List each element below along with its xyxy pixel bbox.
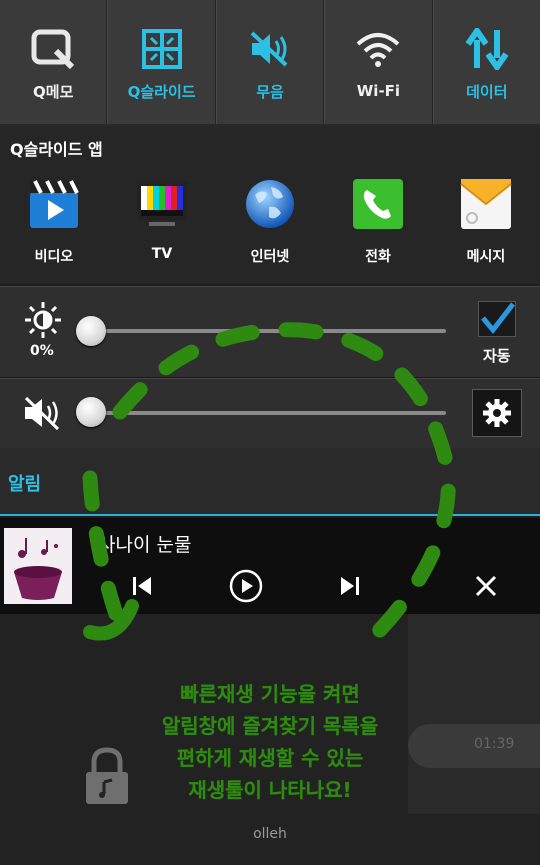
- skip-previous-icon: [133, 577, 151, 595]
- caption-line: 빠른재생 기능을 켜면: [180, 682, 360, 706]
- volume-slider-knob[interactable]: [76, 397, 106, 427]
- phone-icon: [348, 176, 408, 232]
- mute-icon: [248, 23, 292, 75]
- qslide-app-tv[interactable]: TV: [108, 176, 216, 266]
- next-button[interactable]: [330, 568, 370, 604]
- annotation-caption: 빠른재생 기능을 켜면 알림창에 즐겨찾기 목록을 편하게 재생할 수 있는 재…: [0, 678, 540, 806]
- wifi-icon: [355, 24, 401, 76]
- caption-line: 편하게 재생할 수 있는: [176, 746, 364, 770]
- qslide-icon: [141, 23, 183, 75]
- qmemo-icon: [30, 23, 76, 75]
- close-icon: [475, 575, 497, 597]
- brightness-slider-track[interactable]: [88, 329, 446, 333]
- app-label: TV: [151, 246, 173, 262]
- app-label: 메시지: [466, 249, 506, 265]
- music-player-notification[interactable]: 사나이 눈물: [0, 518, 540, 614]
- notifications-header: 알림: [0, 448, 540, 516]
- internet-globe-icon: [240, 176, 300, 232]
- toggle-qslide[interactable]: Q슬라이드: [107, 0, 216, 124]
- carrier-label: olleh: [253, 826, 287, 842]
- video-icon: [24, 176, 84, 232]
- quick-settings-bar: Q메모 Q슬라이드 무음 Wi-Fi 데이터: [0, 0, 540, 126]
- app-label: 비디오: [34, 249, 74, 265]
- play-button[interactable]: [226, 568, 266, 604]
- brightness-panel: 0% 자동: [0, 286, 540, 378]
- tv-icon: [132, 176, 192, 232]
- gear-icon: [483, 399, 511, 427]
- app-label: 전화: [365, 249, 391, 265]
- auto-brightness-label: 자동: [483, 347, 511, 365]
- qslide-title: Q슬라이드 앱: [10, 140, 103, 159]
- close-button[interactable]: [466, 568, 506, 604]
- toggle-wifi[interactable]: Wi-Fi: [324, 0, 433, 124]
- volume-panel: [0, 378, 540, 448]
- qslide-app-internet[interactable]: 인터넷: [216, 176, 324, 266]
- qslide-app-list: 비디오 TV 인터넷 전화 메시지: [0, 176, 540, 266]
- album-art: [4, 528, 72, 604]
- checkmark-icon: [481, 302, 515, 334]
- app-label: 인터넷: [250, 249, 290, 265]
- toggle-label: 데이터: [466, 82, 508, 101]
- message-icon: [456, 176, 516, 232]
- toggle-label: 무음: [256, 82, 284, 101]
- toggle-mute[interactable]: 무음: [215, 0, 325, 124]
- notifications-title: 알림: [8, 474, 42, 495]
- data-icon: [465, 23, 509, 75]
- qslide-app-phone[interactable]: 전화: [324, 176, 432, 266]
- toggle-data[interactable]: 데이터: [432, 0, 540, 124]
- caption-line: 재생툴이 나타나요!: [188, 778, 352, 802]
- toggle-label: Wi-Fi: [356, 82, 401, 100]
- previous-button[interactable]: [122, 568, 162, 604]
- settings-button[interactable]: [472, 389, 522, 437]
- volume-slider-track[interactable]: [88, 411, 446, 415]
- brightness-percent: 0%: [30, 343, 54, 359]
- qslide-panel: Q슬라이드 앱 비디오 TV 인터넷 전화 메시지: [0, 126, 540, 284]
- volume-mute-icon[interactable]: [22, 395, 64, 435]
- skip-next-icon: [341, 577, 359, 595]
- brightness-slider-knob[interactable]: [76, 316, 106, 346]
- toggle-qmemo[interactable]: Q메모: [0, 0, 108, 124]
- qslide-app-video[interactable]: 비디오: [0, 176, 108, 266]
- qslide-app-message[interactable]: 메시지: [432, 176, 540, 266]
- song-title: 사나이 눈물: [98, 534, 192, 556]
- toggle-label: Q슬라이드: [127, 82, 196, 101]
- toggle-label: Q메모: [33, 82, 74, 101]
- brightness-icon: [24, 301, 62, 343]
- play-icon: [229, 569, 263, 603]
- auto-brightness-checkbox[interactable]: [478, 301, 516, 337]
- caption-line: 알림창에 즐겨찾기 목록을: [161, 714, 379, 738]
